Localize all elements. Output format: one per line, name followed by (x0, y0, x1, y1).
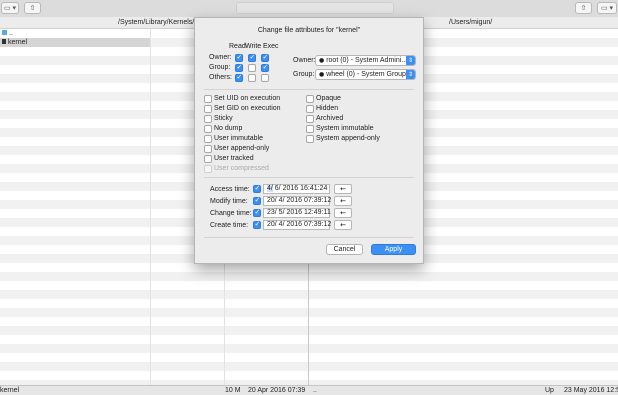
access-time-field[interactable]: 4/ 6/ 2016 16:41:24 (263, 184, 330, 194)
separator (204, 89, 414, 90)
owner-popup[interactable]: ● root (0) - System Admini... ⇕ (315, 55, 416, 66)
owner-exec-checkbox[interactable] (261, 53, 269, 62)
group-read-checkbox[interactable] (235, 63, 243, 72)
window-title-field (236, 2, 394, 14)
flag-user-tracked-checkbox[interactable] (204, 155, 212, 163)
modify-time-checkbox[interactable] (253, 196, 261, 205)
flag-setuid-label: Set UID on execution (214, 95, 281, 102)
create-time-rest[interactable]: 4/ 2016 07:39:12 (277, 221, 332, 228)
separator (204, 237, 414, 238)
others-write-checkbox[interactable] (248, 74, 256, 82)
flag-setgid-checkbox[interactable] (204, 105, 212, 113)
access-time-label: Access time: (210, 186, 250, 193)
flag-setgid-label: Set GID on execution (214, 105, 281, 112)
group-popup-label: Group: (293, 71, 315, 78)
flag-nodump-checkbox[interactable] (204, 125, 212, 133)
file-name: .. (9, 30, 13, 37)
dialog-title: Change file attributes for "kernel" (257, 27, 361, 34)
flag-system-append-only-label: System append-only (316, 135, 380, 142)
others-read-checkbox[interactable] (235, 73, 243, 82)
share-right-button[interactable]: ⇧ (575, 2, 592, 14)
flag-user-compressed-label: User compressed (214, 165, 269, 172)
change-time-set-button[interactable]: ← (334, 208, 352, 218)
perm-header-read: Read (229, 43, 246, 50)
create-time-set-button[interactable]: ← (334, 220, 352, 230)
share-left-button[interactable]: ⇧ (24, 2, 41, 14)
perm-header-exec: Exec (263, 43, 279, 50)
flag-archived-label: Archived (316, 115, 344, 122)
perm-owner-label: Owner: (209, 54, 232, 61)
change-time-rest[interactable]: 5/ 2016 12:49:11 (277, 209, 331, 216)
access-time-rest[interactable]: 6/ 2016 16:41:24 (273, 185, 328, 192)
change-attributes-dialog: Change file attributes for "kernel" Read… (194, 17, 424, 264)
flag-user-immutable-checkbox[interactable] (204, 135, 212, 143)
folder-icon (2, 30, 7, 35)
access-time-set-button[interactable]: ← (334, 184, 352, 194)
create-time-label: Create time: (210, 222, 249, 229)
flag-user-immutable-label: User immutable (214, 135, 264, 142)
group-exec-checkbox[interactable] (261, 63, 269, 72)
modify-time-day[interactable]: 20/ (267, 197, 277, 204)
flag-user-append-only-label: User append-only (214, 145, 270, 152)
modify-time-set-button[interactable]: ← (334, 196, 352, 206)
apply-button[interactable]: Apply (371, 244, 416, 255)
flag-sticky-label: Sticky (214, 115, 233, 122)
flag-system-immutable-checkbox[interactable] (306, 125, 314, 133)
perm-group-label: Group: (209, 64, 231, 71)
owner-read-checkbox[interactable] (235, 53, 243, 62)
flag-opaque-checkbox[interactable] (306, 95, 314, 103)
others-exec-checkbox[interactable] (261, 74, 269, 82)
file-row-kernel[interactable]: kernel (0, 38, 150, 47)
modify-time-field[interactable]: 20/ 4/ 2016 07:39:12 (263, 196, 332, 206)
modify-time-label: Modify time: (210, 198, 248, 205)
flag-user-append-only-checkbox[interactable] (204, 145, 212, 153)
owner-popup-label: Owner: (293, 57, 316, 64)
group-popup-value: wheel (0) - System Group (326, 71, 406, 78)
flag-setuid-checkbox[interactable] (204, 95, 212, 103)
access-time-checkbox[interactable] (253, 184, 261, 193)
group-write-checkbox[interactable] (248, 64, 256, 72)
toolbar: ▭ ▾ ⇧ ⇧ ▭ ▾ (0, 0, 618, 18)
change-time-field[interactable]: 23/ 5/ 2016 12:49:11 (263, 208, 331, 218)
separator (204, 177, 414, 178)
modify-time-rest[interactable]: 4/ 2016 07:39:12 (277, 197, 332, 204)
file-icon (2, 39, 6, 44)
perm-header-write: Write (245, 43, 262, 50)
flag-opaque-label: Opaque (316, 95, 341, 102)
flag-user-compressed-checkbox (204, 165, 212, 173)
group-icon: ● (319, 71, 325, 78)
right-path-text: /Users/migun/ (449, 19, 493, 26)
popup-arrows-icon: ⇕ (406, 56, 415, 65)
change-time-checkbox[interactable] (253, 208, 261, 217)
popup-arrows-icon: ⇕ (406, 70, 415, 79)
owner-write-checkbox[interactable] (248, 53, 256, 62)
view-options-button[interactable]: ▭ ▾ (1, 2, 19, 14)
flag-nodump-label: No dump (214, 125, 243, 132)
change-time-label: Change time: (210, 210, 252, 217)
create-time-field[interactable]: 20/ 4/ 2016 07:39:12 (263, 220, 332, 230)
owner-popup-value: root (0) - System Admini... (326, 57, 408, 64)
create-time-day[interactable]: 20/ (267, 221, 277, 228)
change-time-day[interactable]: 23/ (267, 209, 277, 216)
left-path-text: /System/Library/Kernels/ (118, 19, 195, 26)
flag-user-tracked-label: User tracked (214, 155, 254, 162)
flag-system-immutable-label: System immutable (316, 125, 374, 132)
group-popup[interactable]: ● wheel (0) - System Group ⇕ (315, 69, 416, 80)
perm-others-label: Others: (209, 74, 232, 81)
create-time-checkbox[interactable] (253, 220, 261, 229)
tags-button[interactable]: ▭ ▾ (597, 2, 617, 14)
file-name: kernel (8, 39, 28, 46)
user-icon: ● (319, 57, 325, 64)
flag-sticky-checkbox[interactable] (204, 115, 212, 123)
cancel-button[interactable]: Cancel (326, 244, 363, 255)
flag-hidden-label: Hidden (316, 105, 339, 112)
flag-archived-checkbox[interactable] (306, 115, 314, 123)
flag-system-append-only-checkbox[interactable] (306, 135, 314, 143)
flag-hidden-checkbox[interactable] (306, 105, 314, 113)
